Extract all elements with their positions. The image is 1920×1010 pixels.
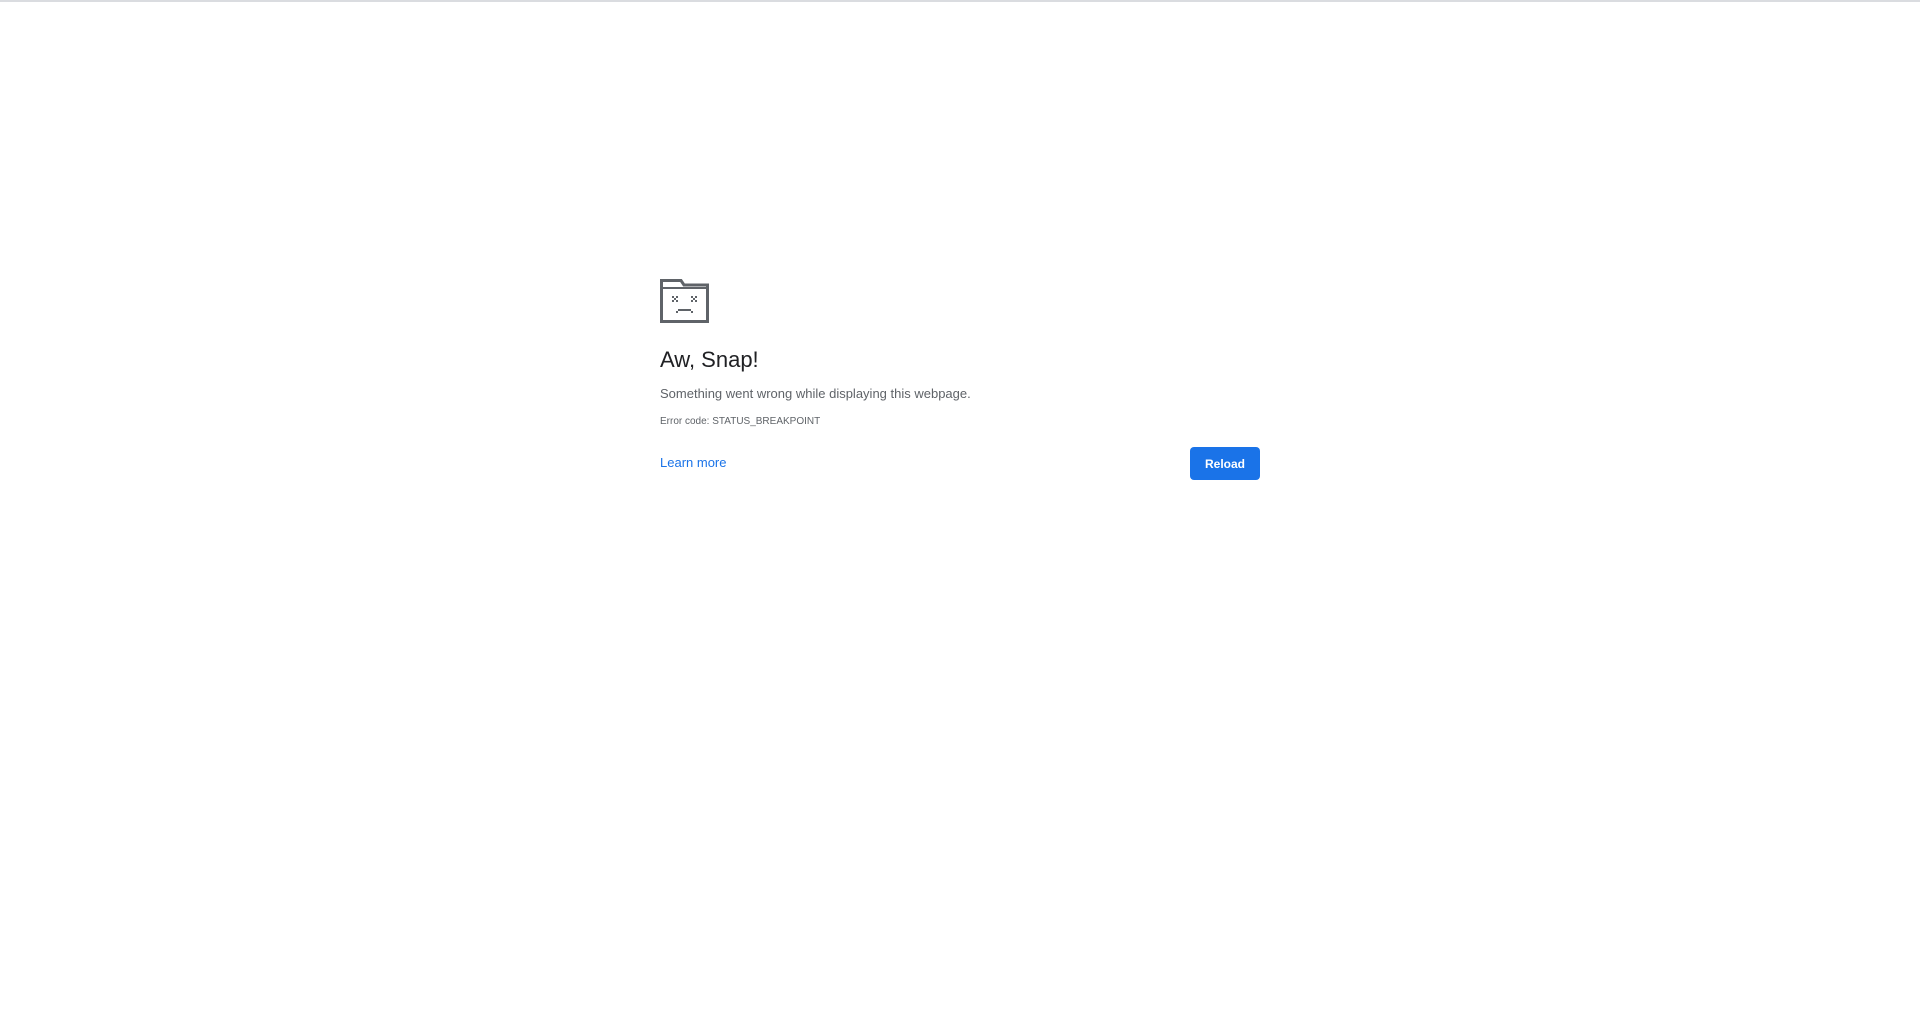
learn-more-link[interactable]: Learn more — [660, 455, 726, 470]
sad-tab-icon — [660, 279, 709, 323]
reload-button[interactable]: Reload — [1190, 447, 1260, 480]
actions-row: Learn more Reload — [660, 447, 1260, 480]
page-title: Aw, Snap! — [660, 347, 759, 372]
top-divider — [0, 0, 1920, 2]
error-code: Error code: STATUS_BREAKPOINT — [660, 416, 821, 427]
error-page: Aw, Snap! Something went wrong while dis… — [660, 279, 1260, 480]
error-message: Something went wrong while displaying th… — [660, 386, 971, 401]
